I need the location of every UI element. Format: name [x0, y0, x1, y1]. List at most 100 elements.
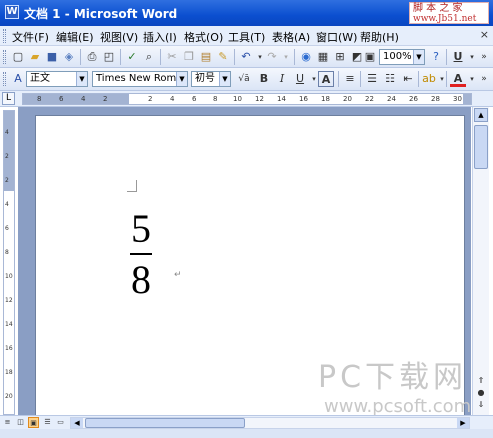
new-document-icon[interactable]: ▢: [10, 49, 26, 65]
scroll-left-icon[interactable]: ◀: [71, 418, 83, 428]
cut-icon[interactable]: ✂: [164, 49, 180, 65]
toolbar-separator: [120, 49, 121, 65]
horizontal-scrollbar[interactable]: ◀ ▶: [70, 417, 470, 429]
toolbar-options-icon[interactable]: »: [476, 49, 492, 65]
word-app-icon[interactable]: W: [5, 5, 19, 19]
zoom-select[interactable]: 100% ▼: [379, 49, 425, 65]
menu-table[interactable]: 表格(A): [272, 29, 310, 45]
ruler-tick-label: 8: [37, 95, 42, 103]
vertical-ruler-tick-label: 2: [5, 177, 9, 184]
print-preview-icon[interactable]: ◰: [101, 49, 117, 65]
outline-view-icon[interactable]: ☰: [42, 417, 53, 428]
vertical-ruler-tick-label: 4: [5, 201, 9, 208]
formatting-toolbar: A 正文 ▼ Times New Roma ▼ 初号 ▼ √ā B I U ▾ …: [0, 68, 493, 91]
tables-borders-icon[interactable]: ▦: [315, 49, 331, 65]
ruler-tick-label: 22: [365, 95, 374, 103]
highlight-dropdown-icon[interactable]: ▾: [434, 71, 450, 87]
toolbar-separator: [446, 49, 447, 65]
font-size-select[interactable]: 初号 ▼: [191, 71, 231, 87]
character-border-icon[interactable]: A: [318, 71, 334, 87]
font-select[interactable]: Times New Roma ▼: [92, 71, 188, 87]
document-map-icon[interactable]: ▣: [362, 49, 378, 65]
toolbar-handle[interactable]: [3, 72, 6, 86]
menu-help[interactable]: 帮助(H): [360, 29, 399, 45]
save-icon[interactable]: ■: [44, 49, 60, 65]
vertical-ruler[interactable]: 4 2 2 4 6 8 10 12 14 16 18 20: [3, 110, 15, 415]
decrease-indent-icon[interactable]: ⇤: [400, 71, 416, 87]
font-size-value: 初号: [195, 73, 215, 84]
bullets-icon[interactable]: ☷: [382, 71, 398, 87]
numbering-icon[interactable]: ☰: [364, 71, 380, 87]
print-layout-view-icon[interactable]: ▣: [28, 417, 39, 428]
research-icon[interactable]: ⌕: [141, 49, 157, 65]
format-painter-icon[interactable]: ✎: [215, 49, 231, 65]
align-center-icon[interactable]: ≡: [342, 71, 358, 87]
menu-file[interactable]: 文件(F): [12, 29, 49, 45]
previous-page-icon[interactable]: ⇑: [474, 375, 488, 387]
select-browse-object-icon[interactable]: ●: [474, 387, 488, 399]
vertical-scrollbar[interactable]: ▲ ⇑ ● ⇓: [472, 107, 489, 415]
menu-edit[interactable]: 编辑(E): [56, 29, 94, 45]
menu-bar: 文件(F) 编辑(E) 视图(V) 插入(I) 格式(O) 工具(T) 表格(A…: [0, 26, 493, 46]
reading-layout-view-icon[interactable]: ▭: [55, 417, 66, 428]
open-folder-icon[interactable]: ▰: [27, 49, 43, 65]
scroll-thumb[interactable]: [474, 125, 488, 169]
scroll-up-icon[interactable]: ▲: [474, 108, 488, 122]
menu-view[interactable]: 视图(V): [100, 29, 138, 45]
view-bar: ≡ ◫ ▣ ☰ ▭ ◀ ▶: [0, 415, 493, 429]
tab-selector-button[interactable]: L: [2, 92, 15, 105]
style-select[interactable]: 正文 ▼: [26, 71, 88, 87]
menu-window[interactable]: 窗口(W): [316, 29, 357, 45]
toolbar-options-icon[interactable]: »: [476, 71, 492, 87]
redo-dropdown-icon[interactable]: ▾: [278, 49, 294, 65]
vertical-ruler-tick-label: 16: [5, 345, 13, 352]
toolbar-separator: [418, 71, 419, 87]
toolbar-handle[interactable]: [3, 50, 6, 64]
vertical-ruler-tick-label: 4: [5, 129, 9, 136]
chevron-down-icon[interactable]: ▼: [219, 72, 230, 86]
scroll-right-icon[interactable]: ▶: [457, 418, 469, 428]
vertical-ruler-tick-label: 6: [5, 225, 9, 232]
help-icon[interactable]: ?: [428, 49, 444, 65]
styles-pane-icon[interactable]: A: [10, 71, 26, 87]
watermark-logo-text: 脚 本 之 家: [413, 3, 463, 14]
ruler-tick-label: 24: [387, 95, 396, 103]
toolbar-separator: [294, 49, 295, 65]
print-icon[interactable]: ⎙: [84, 49, 100, 65]
watermark-logo: 脚 本 之 家 www.Jb51.net: [409, 2, 489, 24]
insert-table-icon[interactable]: ⊞: [332, 49, 348, 65]
toolbar-separator: [360, 71, 361, 87]
italic-button[interactable]: I: [274, 71, 290, 87]
menu-tools[interactable]: 工具(T): [228, 29, 265, 45]
normal-view-icon[interactable]: ≡: [2, 417, 13, 428]
chevron-down-icon[interactable]: ▼: [176, 72, 187, 86]
web-layout-view-icon[interactable]: ◫: [15, 417, 26, 428]
ruler-tick-label: 20: [343, 95, 352, 103]
horizontal-scroll-thumb[interactable]: [85, 418, 245, 428]
spelling-icon[interactable]: ✓: [124, 49, 140, 65]
close-document-button[interactable]: ×: [480, 28, 489, 41]
vertical-ruler-tick-label: 8: [5, 249, 9, 256]
paste-icon[interactable]: ▤: [198, 49, 214, 65]
fraction-equation[interactable]: 5 8: [129, 208, 153, 301]
menu-format[interactable]: 格式(O): [184, 29, 223, 45]
next-page-icon[interactable]: ⇓: [474, 399, 488, 411]
text-boundary-corner: [127, 180, 137, 192]
ruler-tick-label: 4: [170, 95, 175, 103]
chevron-down-icon[interactable]: ▼: [76, 72, 87, 86]
hyperlink-icon[interactable]: ◉: [298, 49, 314, 65]
title-bar: W 文档 1 - Microsoft Word 脚 本 之 家 www.Jb51…: [0, 0, 493, 26]
watermark-logo-site: www.Jb51.net: [413, 14, 477, 24]
menu-insert[interactable]: 插入(I): [143, 29, 177, 45]
bold-button[interactable]: B: [256, 71, 272, 87]
chevron-down-icon[interactable]: ▼: [413, 50, 424, 64]
equation-button[interactable]: √ā: [236, 71, 252, 87]
ruler-tick-label: 8: [213, 95, 218, 103]
fraction-denominator: 8: [131, 257, 151, 302]
menu-bar-handle[interactable]: [3, 29, 6, 43]
copy-icon[interactable]: ❐: [181, 49, 197, 65]
horizontal-ruler[interactable]: 8 6 4 2 2 4 6 8 10 12 14 16 18 20 22 24 26 28 30: [22, 93, 472, 105]
drawing-toolbar: [0, 429, 493, 438]
standard-toolbar: ▢ ▰ ■ ◈ ⎙ ◰ ✓ ⌕ ✂ ❐ ▤ ✎ ↶ ▾ ↷ ▾ ◉ ▦ ⊞ ◩ …: [0, 46, 493, 68]
permission-icon[interactable]: ◈: [61, 49, 77, 65]
